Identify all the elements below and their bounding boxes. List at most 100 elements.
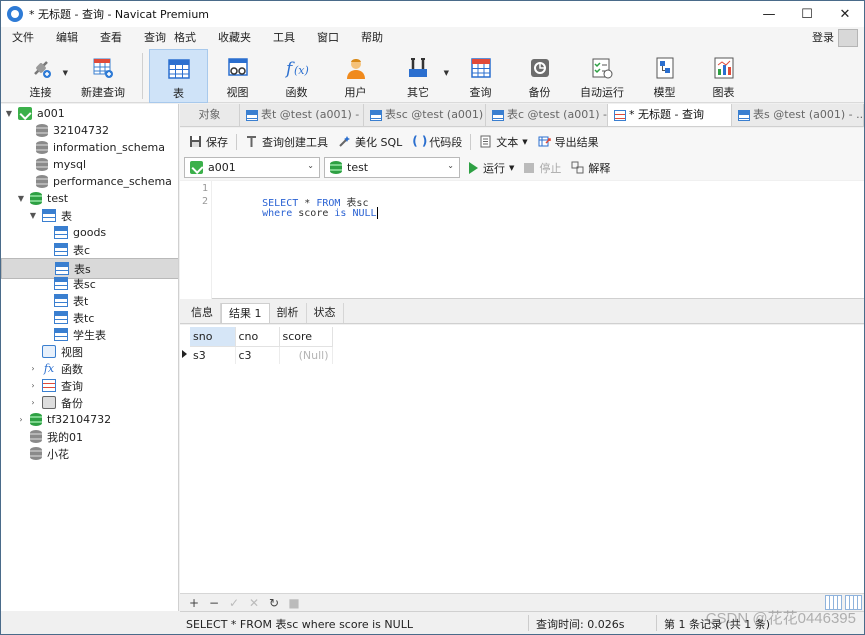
- tree-item-database[interactable]: performance_schema: [1, 173, 178, 190]
- beautify-sql-button[interactable]: 美化 SQL: [333, 132, 407, 152]
- menu-help[interactable]: 帮助: [350, 27, 394, 49]
- svg-text:(x): (x): [294, 64, 309, 77]
- tree-item-database[interactable]: › tf32104732: [1, 411, 178, 428]
- tree-item-table[interactable]: goods: [1, 224, 178, 241]
- cell-sno[interactable]: s3: [190, 346, 236, 364]
- tree-item-connection[interactable]: ▼ a001: [1, 105, 178, 122]
- menu-favorites[interactable]: 收藏夹: [207, 27, 262, 49]
- expand-arrow-icon[interactable]: ▼: [3, 109, 15, 118]
- tree-item-table[interactable]: 表tc: [1, 309, 178, 326]
- tab-info[interactable]: 信息: [184, 303, 221, 323]
- text-button[interactable]: 文本 ▼: [474, 132, 532, 152]
- tree-item-database[interactable]: 我的01: [1, 428, 178, 445]
- menu-format[interactable]: 格式: [170, 27, 207, 49]
- avatar[interactable]: [838, 29, 858, 47]
- tree-item-database-test[interactable]: ▼ test: [1, 190, 178, 207]
- cell-score[interactable]: (Null): [279, 346, 333, 364]
- database-icon: [36, 124, 48, 137]
- tree-item-database[interactable]: 32104732: [1, 122, 178, 139]
- discard-button[interactable]: ✕: [244, 596, 264, 610]
- tab-profile[interactable]: 剖析: [270, 303, 307, 323]
- expand-arrow-icon[interactable]: ›: [27, 381, 39, 390]
- menu-file[interactable]: 文件: [1, 27, 45, 49]
- tab-status[interactable]: 状态: [307, 303, 344, 323]
- menu-view[interactable]: 查看: [89, 27, 133, 49]
- column-header-sno[interactable]: sno: [190, 327, 236, 347]
- new-query-button[interactable]: 新建查询: [70, 49, 136, 103]
- tab-untitled-query[interactable]: * 无标题 - 查询: [608, 104, 732, 126]
- tree-item-table[interactable]: 表c: [1, 241, 178, 258]
- code-snippet-button[interactable]: ( ) 代码段: [407, 132, 467, 152]
- add-row-button[interactable]: +: [184, 596, 204, 610]
- tree-item-database[interactable]: 小花: [1, 445, 178, 462]
- minimize-button[interactable]: —: [750, 1, 788, 27]
- maximize-button[interactable]: ☐: [788, 1, 826, 27]
- status-query-time: 查询时间: 0.026s: [536, 618, 625, 631]
- menu-tools[interactable]: 工具: [262, 27, 306, 49]
- tree-label: a001: [37, 107, 65, 120]
- view-button[interactable]: 视图: [208, 49, 267, 103]
- tab-table-s[interactable]: 表s @test (a001) - ...: [732, 104, 864, 126]
- tree-item-functions[interactable]: › fx 函数: [1, 360, 178, 377]
- run-button[interactable]: 运行 ▼: [464, 158, 519, 178]
- connect-button[interactable]: 连接 ▼: [11, 49, 70, 103]
- model-label: 模型: [653, 86, 676, 99]
- tree-item-queries[interactable]: › 查询: [1, 377, 178, 394]
- explain-button[interactable]: 解释: [566, 158, 615, 178]
- apply-button[interactable]: ✓: [224, 596, 244, 610]
- tree-item-backups[interactable]: › 备份: [1, 394, 178, 411]
- database-select[interactable]: test ⌄: [324, 157, 460, 178]
- expand-arrow-icon[interactable]: ▼: [15, 194, 27, 203]
- login-link[interactable]: 登录: [812, 27, 834, 49]
- code-line: where score is NULL: [226, 196, 378, 230]
- tree-label: 表sc: [73, 277, 96, 291]
- table-row[interactable]: s3 c3 (Null): [190, 346, 333, 364]
- delete-row-button[interactable]: −: [204, 596, 224, 610]
- tab-result-1[interactable]: 结果 1: [221, 303, 270, 323]
- stop-button[interactable]: 停止: [519, 158, 566, 178]
- export-results-button[interactable]: 导出结果: [533, 132, 604, 152]
- menu-edit[interactable]: 编辑: [45, 27, 89, 49]
- cell-cno[interactable]: c3: [235, 346, 280, 364]
- query-button[interactable]: 查询: [451, 49, 510, 103]
- connection-select[interactable]: a001 ⌄: [184, 157, 320, 178]
- tab-table-c[interactable]: 表c @test (a001) - ...: [486, 104, 608, 126]
- save-button[interactable]: 保存: [184, 132, 233, 152]
- chart-button[interactable]: 图表: [694, 49, 753, 103]
- user-button[interactable]: 用户: [326, 49, 385, 103]
- backup-button[interactable]: 备份: [510, 49, 569, 103]
- tab-objects[interactable]: 对象: [180, 104, 240, 126]
- stop-button[interactable]: ■: [284, 596, 304, 610]
- expand-arrow-icon[interactable]: ›: [27, 398, 39, 407]
- expand-arrow-icon[interactable]: ›: [27, 364, 39, 373]
- menu-query[interactable]: 查询: [133, 27, 170, 49]
- model-button[interactable]: 模型: [635, 49, 694, 103]
- tree-item-table[interactable]: 表sc: [1, 275, 178, 292]
- tree-item-views[interactable]: 视图: [1, 343, 178, 360]
- tree-item-tables-group[interactable]: ▼ 表: [1, 207, 178, 224]
- column-header-cno[interactable]: cno: [235, 327, 280, 347]
- sql-editor[interactable]: 1 2 SELECT * FROM 表sc where score is NUL…: [180, 181, 864, 299]
- tree-item-table[interactable]: 表t: [1, 292, 178, 309]
- column-header-score[interactable]: score: [279, 327, 333, 347]
- table-button[interactable]: 表: [149, 49, 208, 103]
- tree-item-database[interactable]: information_schema: [1, 139, 178, 156]
- result-grid[interactable]: sno cno score s3 c3 (Null): [180, 325, 864, 593]
- tree-item-table[interactable]: 学生表: [1, 326, 178, 343]
- plug-icon: [28, 55, 54, 81]
- chevron-down-icon[interactable]: ▼: [63, 69, 68, 77]
- chevron-down-icon[interactable]: ▼: [444, 69, 449, 77]
- view-icon: [225, 55, 251, 81]
- refresh-button[interactable]: ↻: [264, 596, 284, 610]
- tree-item-database[interactable]: mysql: [1, 156, 178, 173]
- query-builder-button[interactable]: 查询创建工具: [240, 132, 333, 152]
- menu-window[interactable]: 窗口: [306, 27, 350, 49]
- others-button[interactable]: 其它 ▼: [385, 49, 451, 103]
- automation-button[interactable]: 自动运行: [569, 49, 635, 103]
- close-button[interactable]: ✕: [826, 1, 864, 27]
- expand-arrow-icon[interactable]: ▼: [27, 211, 39, 220]
- function-button[interactable]: f (x) 函数: [267, 49, 326, 103]
- expand-arrow-icon[interactable]: ›: [15, 415, 27, 424]
- tab-table-sc[interactable]: 表sc @test (a001) ...: [364, 104, 486, 126]
- tab-table-t[interactable]: 表t @test (a001) - ...: [240, 104, 364, 126]
